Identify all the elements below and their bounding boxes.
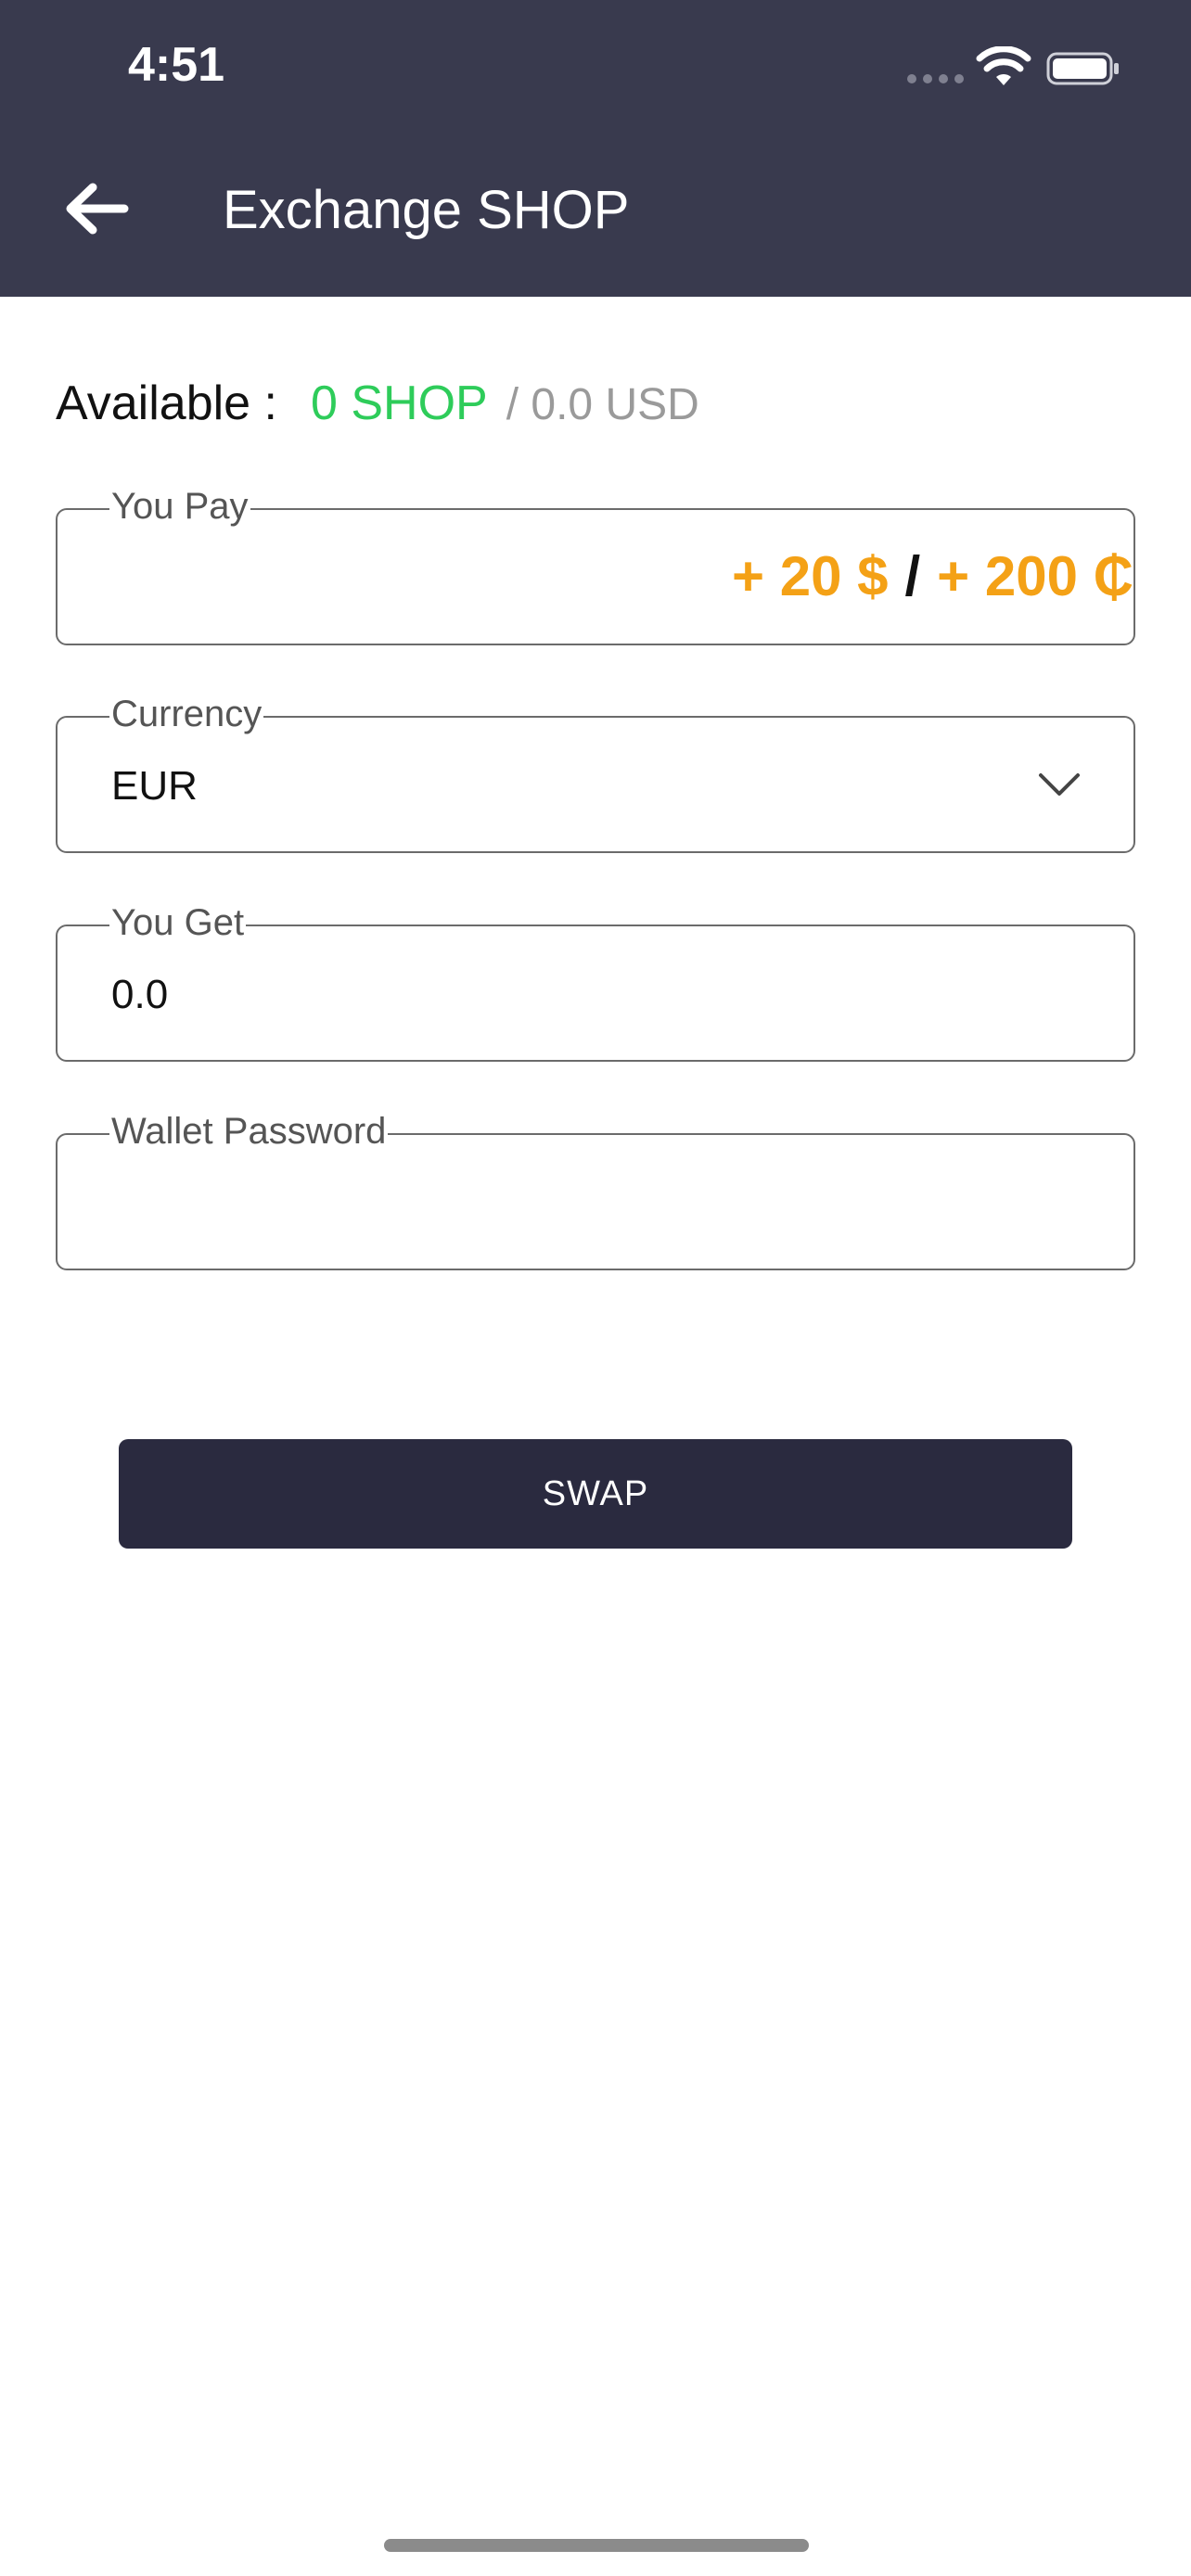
pay-usd-value: + 20 $ xyxy=(732,545,889,607)
status-time: 4:51 xyxy=(128,38,225,92)
you-get-value: 0.0 xyxy=(111,972,169,1017)
you-get-label: You Get xyxy=(109,899,247,947)
pay-value: + 20 $ / + 200 ₵ xyxy=(732,543,1133,610)
wallet-password-field[interactable]: Wallet Password xyxy=(56,1107,1135,1270)
currency-value: EUR xyxy=(111,763,198,809)
available-label: Available : xyxy=(56,376,277,430)
home-indicator[interactable] xyxy=(384,2539,809,2552)
shop-balance: 0 SHOP xyxy=(310,376,488,430)
currency-select[interactable]: Currency EUR xyxy=(56,690,1135,853)
arrow-left-icon[interactable] xyxy=(63,182,130,236)
currency-label: Currency xyxy=(109,690,264,738)
pay-separator: / xyxy=(904,545,921,607)
usd-balance: / 0.0 USD xyxy=(506,380,699,429)
app-bar: 4:51 Exchange SHOP xyxy=(0,0,1191,297)
cellular-signal-icon xyxy=(907,74,964,83)
battery-icon xyxy=(1046,52,1119,85)
pay-coin-value: + 200 ₵ xyxy=(937,545,1133,607)
you-pay-label: You Pay xyxy=(109,482,250,530)
swap-button[interactable]: SWAP xyxy=(119,1439,1072,1549)
page-title: Exchange SHOP xyxy=(223,180,630,240)
you-get-field[interactable]: You Get 0.0 xyxy=(56,899,1135,1062)
wallet-password-input[interactable] xyxy=(58,1135,1133,1269)
you-pay-field[interactable]: You Pay + 20 $ / + 200 ₵ xyxy=(56,482,1135,645)
wifi-icon xyxy=(976,46,1031,85)
available-balance: Available : 0 SHOP / 0.0 USD xyxy=(56,371,699,438)
chevron-down-icon[interactable] xyxy=(1037,766,1082,803)
